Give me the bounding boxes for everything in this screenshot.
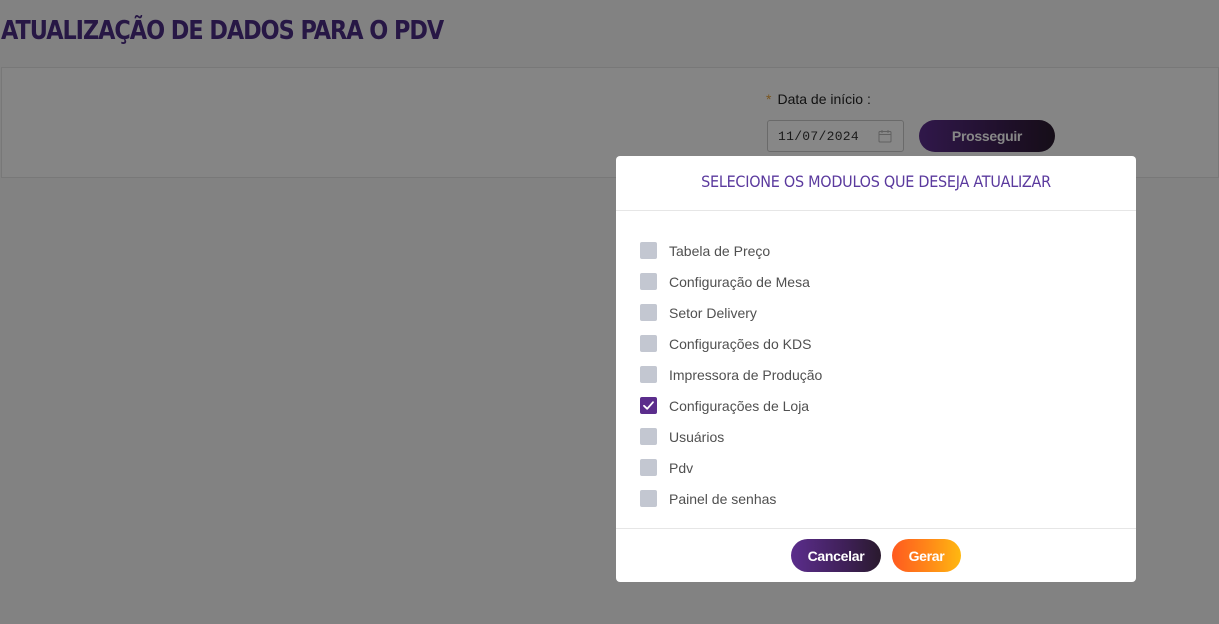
dialog-footer-divider — [616, 528, 1136, 529]
checkbox[interactable] — [640, 428, 657, 445]
module-option-usuarios[interactable]: Usuários — [640, 421, 822, 452]
checkbox[interactable] — [640, 335, 657, 352]
checkbox[interactable] — [640, 242, 657, 259]
module-option-configuracoes-de-loja[interactable]: Configurações de Loja — [640, 390, 822, 421]
dialog-title: SELECIONE OS MODULOS QUE DESEJA ATUALIZA… — [701, 172, 1051, 191]
cancel-button[interactable]: Cancelar — [791, 539, 881, 572]
checkbox[interactable] — [640, 490, 657, 507]
option-label: Usuários — [669, 428, 725, 445]
checkbox[interactable] — [640, 304, 657, 321]
option-label: Tabela de Preço — [669, 242, 771, 259]
module-option-impressora-de-producao[interactable]: Impressora de Produção — [640, 359, 822, 390]
modules-dialog: SELECIONE OS MODULOS QUE DESEJA ATUALIZA… — [616, 156, 1136, 582]
option-label: Pdv — [669, 459, 694, 476]
checkbox[interactable] — [640, 366, 657, 383]
checkbox[interactable] — [640, 273, 657, 290]
generate-button[interactable]: Gerar — [892, 539, 961, 572]
option-label: Impressora de Produção — [669, 366, 823, 383]
option-label: Configuração de Mesa — [669, 273, 810, 290]
module-options-list: Tabela de Preço Configuração de Mesa Set… — [640, 235, 822, 514]
checkbox[interactable] — [640, 459, 657, 476]
dialog-header-divider — [616, 210, 1136, 211]
module-option-setor-delivery[interactable]: Setor Delivery — [640, 297, 822, 328]
module-option-configuracoes-do-kds[interactable]: Configurações do KDS — [640, 328, 822, 359]
option-label: Configurações de Loja — [669, 397, 810, 414]
option-label: Setor Delivery — [669, 304, 757, 321]
option-label: Painel de senhas — [669, 490, 777, 507]
module-option-configuracao-de-mesa[interactable]: Configuração de Mesa — [640, 266, 822, 297]
option-label: Configurações do KDS — [669, 335, 812, 352]
module-option-tabela-de-preco[interactable]: Tabela de Preço — [640, 235, 822, 266]
module-option-pdv[interactable]: Pdv — [640, 452, 822, 483]
checkbox-checked[interactable] — [640, 397, 657, 414]
checkmark-icon — [643, 401, 654, 410]
module-option-painel-de-senhas[interactable]: Painel de senhas — [640, 483, 822, 514]
